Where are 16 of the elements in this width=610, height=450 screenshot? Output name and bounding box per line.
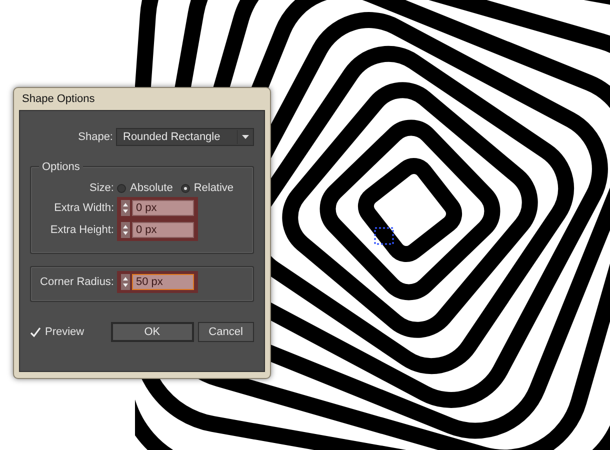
input-field[interactable]: 50 px (132, 274, 194, 290)
field-label: Extra Width: (53, 200, 115, 216)
input-field[interactable]: 0 px (132, 200, 194, 216)
field-label: Extra Height: (49, 222, 115, 238)
shape-dropdown[interactable]: Rounded Rectangle (116, 128, 254, 146)
field-label: Shape: (77, 130, 114, 145)
group-label: Options (39, 159, 83, 176)
window-title: Shape Options (21, 92, 96, 107)
field-label: Size: (88, 180, 115, 196)
input-field[interactable]: 0 px (132, 222, 194, 238)
field-label: Corner Radius: (39, 274, 115, 290)
dialog-button[interactable]: OK (110, 322, 194, 342)
preview-checkbox[interactable]: Preview (30, 324, 111, 340)
radio-label: Relative (194, 180, 234, 196)
radio-label: Absolute (130, 180, 173, 196)
dialog-button[interactable]: Cancel (198, 322, 254, 342)
